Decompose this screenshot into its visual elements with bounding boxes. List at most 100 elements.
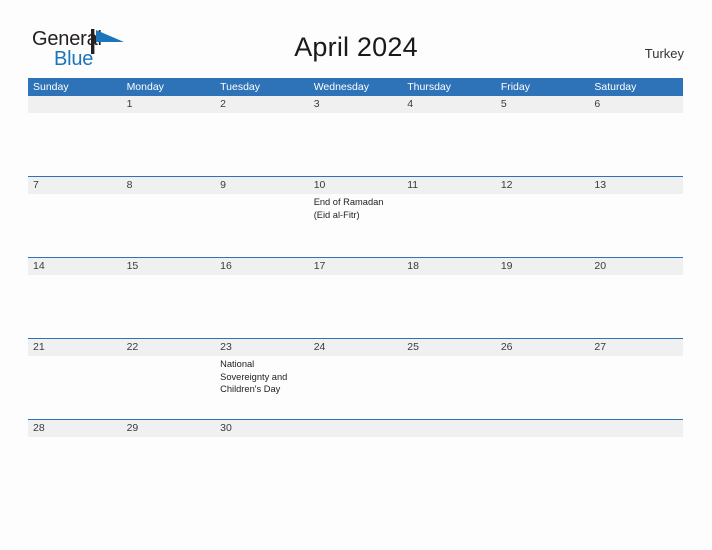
day-cell-24[interactable] bbox=[309, 356, 403, 419]
calendar-weeks: 1 2 3 4 5 6 7 8 9 10 11 12 13 End of Ramadan (Eid al-… bbox=[28, 96, 683, 437]
weekday-header-row: Sunday Monday Tuesday Wednesday Thursday Frid… bbox=[28, 78, 683, 96]
day-cell-17[interactable] bbox=[309, 275, 403, 338]
day-cell-9[interactable] bbox=[215, 194, 309, 257]
day-number-12[interactable]: 12 bbox=[496, 177, 590, 194]
day-cell-23[interactable]: National Sovereignty and Children's Day bbox=[215, 356, 309, 419]
calendar-week-row: 123456 bbox=[28, 96, 683, 176]
weekday-header-sunday: Sunday bbox=[33, 81, 69, 93]
weekday-header-tuesday: Tuesday bbox=[220, 81, 261, 93]
weekday-header-thursday: Thursday bbox=[407, 81, 452, 93]
day-number-3[interactable]: 3 bbox=[309, 96, 403, 113]
calendar-week-row: 14 15 16 17 18 19 20 bbox=[28, 257, 683, 338]
day-number-24[interactable]: 24 bbox=[309, 339, 403, 356]
day-cell-22[interactable] bbox=[122, 356, 216, 419]
day-number-4[interactable]: 4 bbox=[402, 96, 496, 113]
day-cell-29[interactable] bbox=[122, 437, 216, 439]
day-number-empty bbox=[496, 420, 590, 437]
day-cell-3[interactable] bbox=[309, 113, 403, 176]
day-cell-18[interactable] bbox=[402, 275, 496, 338]
day-event-text: National Sovereignty and Children's Day bbox=[220, 359, 288, 394]
day-cell-5[interactable] bbox=[496, 113, 590, 176]
day-number-empty bbox=[28, 96, 122, 113]
calendar-page: General Blue April 2024 Turkey Sunday Mon… bbox=[0, 0, 712, 550]
day-cell-4[interactable] bbox=[402, 113, 496, 176]
day-number-9[interactable]: 9 bbox=[215, 177, 309, 194]
page-header: General Blue April 2024 Turkey bbox=[0, 0, 712, 78]
day-cell-1[interactable] bbox=[122, 113, 216, 176]
day-cell-25[interactable] bbox=[402, 356, 496, 419]
day-number-28[interactable]: 28 bbox=[28, 420, 122, 437]
day-number-29[interactable]: 29 bbox=[122, 420, 216, 437]
day-cell-12[interactable] bbox=[496, 194, 590, 257]
calendar-week-row: 7 8 9 10 11 12 13 End of Ramadan (Eid al-Fitr) bbox=[28, 176, 683, 257]
day-number-empty bbox=[589, 420, 683, 437]
day-number-10[interactable]: 10 bbox=[309, 177, 403, 194]
week-day-number-band: 7 8 9 10 11 12 13 bbox=[28, 177, 683, 194]
day-number-26[interactable]: 26 bbox=[496, 339, 590, 356]
week-day-number-band: 123456 bbox=[28, 96, 683, 113]
day-cell-30[interactable] bbox=[215, 437, 309, 439]
weekday-header-monday: Monday bbox=[126, 81, 164, 93]
day-number-5[interactable]: 5 bbox=[496, 96, 590, 113]
day-number-2[interactable]: 2 bbox=[215, 96, 309, 113]
day-cell-empty bbox=[309, 437, 403, 439]
day-number-27[interactable]: 27 bbox=[589, 339, 683, 356]
day-cell-empty bbox=[402, 437, 496, 439]
day-number-23[interactable]: 23 bbox=[215, 339, 309, 356]
calendar-grid: Sunday Monday Tuesday Wednesday Thursday Frid… bbox=[28, 78, 683, 437]
day-event-text: End of Ramadan (Eid al-Fitr) bbox=[313, 197, 384, 220]
day-cell-7[interactable] bbox=[28, 194, 122, 257]
week-day-number-band: 14 15 16 17 18 19 20 bbox=[28, 258, 683, 275]
weekday-header-wednesday: Wednesday bbox=[313, 81, 369, 93]
weekday-header-friday: Friday bbox=[500, 81, 530, 93]
day-cell-27[interactable] bbox=[589, 356, 683, 419]
day-cell-13[interactable] bbox=[589, 194, 683, 257]
day-number-1[interactable]: 1 bbox=[122, 96, 216, 113]
day-number-16[interactable]: 16 bbox=[215, 258, 309, 275]
day-number-18[interactable]: 18 bbox=[402, 258, 496, 275]
day-cell-20[interactable] bbox=[589, 275, 683, 338]
day-cell-14[interactable] bbox=[28, 275, 122, 338]
day-cell-10[interactable]: End of Ramadan (Eid al-Fitr) bbox=[309, 194, 403, 257]
day-number-14[interactable]: 14 bbox=[28, 258, 122, 275]
day-number-empty bbox=[309, 420, 403, 437]
day-number-25[interactable]: 25 bbox=[402, 339, 496, 356]
calendar-week-row: 21 22 23 24 25 26 27 National Sovereignty and C… bbox=[28, 338, 683, 419]
week-event-band bbox=[28, 275, 683, 338]
day-cell-empty bbox=[28, 113, 122, 176]
day-cell-empty bbox=[589, 437, 683, 439]
day-cell-21[interactable] bbox=[28, 356, 122, 419]
day-number-7[interactable]: 7 bbox=[28, 177, 122, 194]
week-day-number-band: 21 22 23 24 25 26 27 bbox=[28, 339, 683, 356]
day-cell-8[interactable] bbox=[122, 194, 216, 257]
day-number-19[interactable]: 19 bbox=[496, 258, 590, 275]
day-cell-16[interactable] bbox=[215, 275, 309, 338]
page-title: April 2024 bbox=[294, 32, 418, 62]
day-cell-empty bbox=[496, 437, 590, 439]
week-event-band bbox=[28, 113, 683, 176]
day-cell-6[interactable] bbox=[589, 113, 683, 176]
day-cell-28[interactable] bbox=[28, 437, 122, 439]
day-cell-2[interactable] bbox=[215, 113, 309, 176]
day-number-21[interactable]: 21 bbox=[28, 339, 122, 356]
day-number-13[interactable]: 13 bbox=[589, 177, 683, 194]
day-number-20[interactable]: 20 bbox=[589, 258, 683, 275]
day-number-8[interactable]: 8 bbox=[122, 177, 216, 194]
week-event-band: National Sovereignty and Children's Day bbox=[28, 356, 683, 419]
calendar-week-row: 28 29 30 bbox=[28, 419, 683, 437]
day-cell-15[interactable] bbox=[122, 275, 216, 338]
day-number-30[interactable]: 30 bbox=[215, 420, 309, 437]
day-cell-11[interactable] bbox=[402, 194, 496, 257]
day-cell-19[interactable] bbox=[496, 275, 590, 338]
day-number-6[interactable]: 6 bbox=[589, 96, 683, 113]
day-number-empty bbox=[402, 420, 496, 437]
region-label: Turkey bbox=[644, 46, 684, 61]
weekday-header-saturday: Saturday bbox=[594, 81, 637, 93]
day-number-17[interactable]: 17 bbox=[309, 258, 403, 275]
day-number-15[interactable]: 15 bbox=[122, 258, 216, 275]
week-day-number-band: 28 29 30 bbox=[28, 420, 683, 437]
week-event-band: End of Ramadan (Eid al-Fitr) bbox=[28, 194, 683, 257]
day-cell-26[interactable] bbox=[496, 356, 590, 419]
day-number-11[interactable]: 11 bbox=[402, 177, 496, 194]
day-number-22[interactable]: 22 bbox=[122, 339, 216, 356]
